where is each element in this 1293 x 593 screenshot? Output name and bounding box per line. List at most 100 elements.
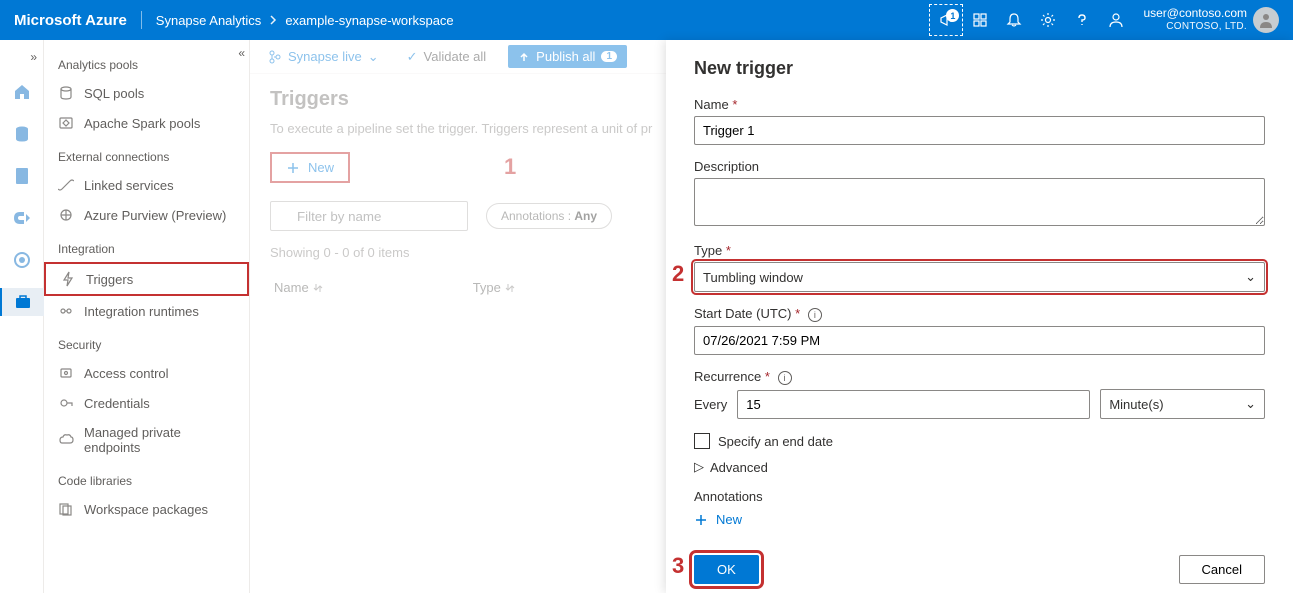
publish-count: 1: [601, 51, 617, 62]
publish-icon: [518, 51, 530, 63]
type-value: Tumbling window: [703, 270, 803, 285]
account-icon[interactable]: [1099, 0, 1133, 40]
type-select[interactable]: Tumbling window ⌄: [694, 262, 1265, 292]
rail-data-icon[interactable]: [8, 120, 36, 148]
hub-item-spark-pools[interactable]: Apache Spark pools: [44, 108, 249, 138]
end-date-checkbox-row[interactable]: Specify an end date: [694, 433, 1265, 449]
hub-item-label: SQL pools: [84, 86, 144, 101]
hub-item-credentials[interactable]: Credentials: [44, 388, 249, 418]
description-label: Description: [694, 159, 1265, 174]
breadcrumb-workspace[interactable]: example-synapse-workspace: [285, 13, 453, 28]
end-date-label: Specify an end date: [718, 434, 833, 449]
chevron-down-icon: ⌄: [1245, 396, 1256, 412]
hub-item-triggers[interactable]: Triggers: [44, 262, 249, 296]
publish-label: Publish all: [536, 49, 595, 64]
name-input[interactable]: [694, 116, 1265, 145]
hub-item-private-endpoints[interactable]: Managed private endpoints: [44, 418, 249, 462]
check-icon: ✓: [407, 49, 418, 65]
col-type[interactable]: Type: [473, 280, 515, 295]
packages-icon: [58, 501, 74, 517]
rail-expand-icon[interactable]: »: [30, 50, 37, 64]
info-icon[interactable]: i: [808, 308, 822, 322]
purview-icon: [58, 207, 74, 223]
hub-item-label: Triggers: [86, 272, 133, 287]
new-trigger-button[interactable]: New: [270, 152, 350, 183]
brand-divider: [141, 11, 142, 29]
chevron-right-icon: [269, 15, 277, 25]
every-label: Every: [694, 397, 727, 412]
hub-group-integration: Integration: [44, 230, 249, 262]
rail-home-icon[interactable]: [8, 78, 36, 106]
triggers-icon: [60, 271, 76, 287]
advanced-toggle[interactable]: ▷ Advanced: [694, 459, 1265, 475]
hub-item-label: Integration runtimes: [84, 304, 199, 319]
settings-icon[interactable]: [1031, 0, 1065, 40]
description-input[interactable]: [694, 178, 1265, 226]
avatar[interactable]: [1253, 7, 1279, 33]
chevron-down-icon: ⌄: [1245, 269, 1256, 285]
annot-new-label: New: [716, 512, 742, 527]
runtimes-icon: [58, 303, 74, 319]
unit-value: Minute(s): [1109, 397, 1163, 412]
account-info[interactable]: user@contoso.com CONTOSO, LTD.: [1143, 7, 1247, 32]
rail-develop-icon[interactable]: [8, 162, 36, 190]
hub-item-integration-runtimes[interactable]: Integration runtimes: [44, 296, 249, 326]
ok-button[interactable]: OK: [694, 555, 759, 584]
annotations-label: Annotations :: [501, 209, 574, 223]
hub-item-sql-pools[interactable]: SQL pools: [44, 78, 249, 108]
brand: Microsoft Azure: [14, 12, 127, 29]
hub-item-label: Credentials: [84, 396, 150, 411]
annotations-filter[interactable]: Annotations : Any: [486, 203, 612, 229]
announcements-icon[interactable]: 1: [929, 4, 963, 36]
help-icon[interactable]: [1065, 0, 1099, 40]
hub-item-label: Azure Purview (Preview): [84, 208, 226, 223]
sort-icon: [313, 283, 323, 293]
notifications-icon[interactable]: [997, 0, 1031, 40]
field-type: Type * 2 Tumbling window ⌄: [694, 243, 1265, 292]
rail-manage-icon[interactable]: [0, 288, 44, 316]
linked-services-icon: [58, 177, 74, 193]
checkbox-icon[interactable]: [694, 433, 710, 449]
field-name: Name *: [694, 97, 1265, 145]
hub-item-linked-services[interactable]: Linked services: [44, 170, 249, 200]
filter-input[interactable]: [270, 201, 468, 231]
field-start-date: Start Date (UTC) * i: [694, 306, 1265, 355]
col-name[interactable]: Name: [274, 280, 323, 295]
hub-collapse-icon[interactable]: «: [238, 46, 245, 60]
publish-all-button[interactable]: Publish all 1: [508, 45, 627, 68]
new-label: New: [308, 160, 334, 175]
rail-monitor-icon[interactable]: [8, 246, 36, 274]
sort-icon: [505, 283, 515, 293]
add-annotation-button[interactable]: New: [694, 508, 1265, 531]
access-control-icon: [58, 365, 74, 381]
validate-all-button[interactable]: ✓ Validate all: [401, 45, 493, 69]
hub-group-libraries: Code libraries: [44, 462, 249, 494]
hub-item-purview[interactable]: Azure Purview (Preview): [44, 200, 249, 230]
spark-pools-icon: [58, 115, 74, 131]
mode-label: Synapse live: [288, 49, 362, 64]
breadcrumb-service[interactable]: Synapse Analytics: [156, 13, 262, 28]
cancel-button[interactable]: Cancel: [1179, 555, 1265, 584]
field-description: Description: [694, 159, 1265, 229]
mode-selector[interactable]: Synapse live ⌄: [262, 45, 385, 69]
plus-icon: [694, 513, 708, 527]
field-recurrence: Recurrence * i Every Minute(s) ⌄: [694, 369, 1265, 419]
hub-item-workspace-packages[interactable]: Workspace packages: [44, 494, 249, 524]
panel-title: New trigger: [694, 58, 1265, 79]
info-icon[interactable]: i: [778, 371, 792, 385]
new-trigger-panel: New trigger Name * Description Type * 2 …: [666, 40, 1293, 593]
panel-footer: 3 OK Cancel: [694, 555, 1265, 584]
user-org: CONTOSO, LTD.: [1143, 21, 1247, 33]
callout-2: 2: [672, 261, 684, 287]
left-rail: »: [0, 40, 44, 593]
rail-integrate-icon[interactable]: [8, 204, 36, 232]
callout-3: 3: [672, 553, 684, 579]
every-input[interactable]: [737, 390, 1090, 419]
feedback-icon[interactable]: [963, 0, 997, 40]
annotations-section-label: Annotations: [694, 489, 1265, 504]
start-date-input[interactable]: [694, 326, 1265, 355]
unit-select[interactable]: Minute(s) ⌄: [1100, 389, 1265, 419]
hub-item-access-control[interactable]: Access control: [44, 358, 249, 388]
shell: » « Analytics pools SQL pools Apache Spa…: [0, 40, 1293, 593]
hub-item-label: Managed private endpoints: [84, 425, 235, 455]
